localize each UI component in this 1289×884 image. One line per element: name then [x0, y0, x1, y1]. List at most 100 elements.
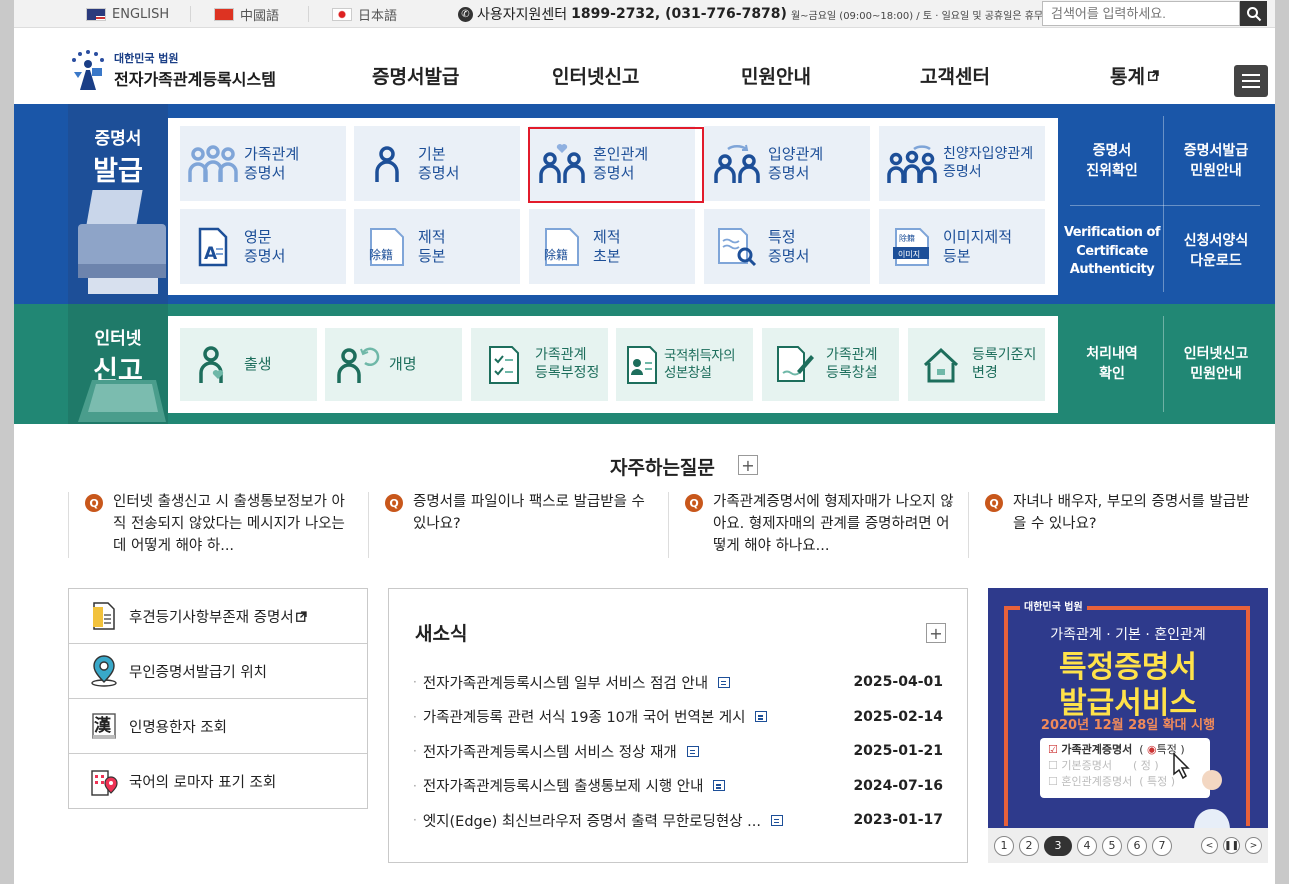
- hanja-book-icon: 漢: [92, 713, 116, 739]
- news-item[interactable]: · 가족관계등록 관련 서식 19종 10개 국어 번역본 게시 2025-02-1…: [413, 700, 943, 735]
- certificate-issue-section: 증명서 발급 가족관계증명서 기본증명서 혼인관계증명서 입양관계증명서: [14, 104, 1275, 304]
- romanization-search-link[interactable]: 국어의 로마자 표기 조회: [69, 754, 367, 809]
- selected-highlight-frame: [528, 127, 704, 203]
- register-correction-button[interactable]: 가족관계 등록부정정: [471, 328, 608, 401]
- birth-report-button[interactable]: 출생: [180, 328, 317, 401]
- full-adoption-certificate-button[interactable]: 친양자입양관계 증명서: [879, 126, 1045, 201]
- question-badge-icon: Q: [685, 494, 703, 512]
- news-panel: 새소식 + · 전자가족관계등록시스템 일부 서비스 점검 안내 2025-04-0…: [388, 588, 968, 863]
- lang-chinese-link[interactable]: 中國語: [214, 0, 279, 28]
- document-icon: [93, 602, 115, 630]
- court-logo-icon: [68, 48, 108, 92]
- adoption-certificate-button[interactable]: 입양관계 증명서: [704, 126, 870, 201]
- utility-bar: ENGLISH 中國語 日本語 ✆ 사용자지원센터 1899-2732, (03…: [14, 0, 1275, 28]
- news-more-button[interactable]: +: [926, 623, 946, 643]
- question-badge-icon: Q: [85, 494, 103, 512]
- certificate-verify-link[interactable]: 증명서 진위확인: [1062, 120, 1162, 204]
- search-input[interactable]: [1042, 1, 1240, 26]
- image-removed-register-button[interactable]: 除籍 이미지 이미지제적 등본: [879, 209, 1045, 284]
- faq-item[interactable]: Q 가족관계증명서에 형제자매가 나오지 않아요. 형제자매의 관계를 증명하려…: [668, 492, 958, 558]
- document-icon: [713, 780, 726, 792]
- external-link-icon: [295, 610, 307, 622]
- removed-register-abstract-icon: 除籍: [544, 227, 579, 266]
- banner-pager: 1 2 3 4 5 6 7 < ❚❚ >: [988, 828, 1268, 863]
- kiosk-location-link[interactable]: 무인증명서발급기 위치: [69, 644, 367, 699]
- removed-register-abstract-button[interactable]: 除籍 제적 초본: [529, 209, 695, 284]
- svg-text:除籍: 除籍: [899, 233, 915, 243]
- us-flag-icon: [86, 7, 106, 21]
- page: ENGLISH 中國語 日本語 ✆ 사용자지원센터 1899-2732, (03…: [14, 0, 1275, 884]
- person-heart-icon: [199, 345, 224, 383]
- form-download-link[interactable]: 신청서양식 다운로드: [1164, 208, 1268, 296]
- svg-text:이미지: 이미지: [898, 249, 920, 259]
- specific-certificate-button[interactable]: 특정 증명서: [704, 209, 870, 284]
- building-pin-icon: [91, 769, 118, 796]
- document-search-icon: [718, 227, 757, 266]
- nav-certificate-issue[interactable]: 증명서발급: [372, 62, 459, 89]
- banner-page-2[interactable]: 2: [1019, 835, 1039, 856]
- japan-flag-icon: [332, 7, 352, 21]
- news-item[interactable]: · 전자가족관계등록시스템 일부 서비스 점검 안내 2025-04-01: [413, 665, 943, 700]
- news-item[interactable]: · 엣지(Edge) 최신브라우저 증명서 출력 무한로딩현상 ... 2023-0…: [413, 803, 943, 838]
- question-badge-icon: Q: [985, 494, 1003, 512]
- document-icon: [686, 745, 699, 757]
- quick-links: 후견등기사항부존재 증명서 무인증명서발급기 위치 漢 인명용한자 조회 국어의…: [68, 588, 368, 809]
- removed-register-copy-button[interactable]: 除籍 제적 등본: [354, 209, 520, 284]
- faq-more-button[interactable]: +: [738, 455, 758, 475]
- nav-internet-report[interactable]: 인터넷신고: [552, 62, 639, 89]
- banner-subtitle: 가족관계 · 기본 · 혼인관계: [1050, 627, 1206, 643]
- guardianship-certificate-link[interactable]: 후견등기사항부존재 증명서: [69, 589, 367, 644]
- search-button[interactable]: [1240, 1, 1267, 26]
- svg-text:漢: 漢: [94, 715, 112, 736]
- pause-icon[interactable]: ❚❚: [1223, 837, 1240, 854]
- naturalized-surname-creation-button[interactable]: 국적취득자의 성본창설: [616, 328, 753, 401]
- checklist-icon: [489, 345, 519, 384]
- faq-item[interactable]: Q 자녀나 배우자, 부모의 증명서를 발급받을 수 있나요?: [968, 492, 1258, 558]
- news-item[interactable]: · 전자가족관계등록시스템 출생통보제 시행 안내 2024-07-16: [413, 769, 943, 804]
- faq-item[interactable]: Q 인터넷 출생신고 시 출생통보정보가 아직 전송되지 않았다는 메시지가 나…: [68, 492, 358, 558]
- site-logo[interactable]: 대한민국 법원 전자가족관계등록시스템: [68, 48, 276, 92]
- banner-org: 대한민국 법원: [1020, 598, 1087, 613]
- question-badge-icon: Q: [385, 494, 403, 512]
- news-item[interactable]: · 전자가족관계등록시스템 서비스 정상 재개 2025-01-21: [413, 734, 943, 769]
- banner-page-4[interactable]: 4: [1077, 835, 1097, 856]
- issue-section-title: 증명서 발급: [93, 129, 143, 187]
- prev-icon[interactable]: <: [1201, 837, 1218, 854]
- person-icon: [375, 145, 399, 182]
- support-center-info: ✆ 사용자지원센터 1899-2732, (031-776-7878) 월~금요…: [458, 0, 1043, 28]
- radio-selected-icon: ◉: [1147, 743, 1157, 756]
- verification-link[interactable]: Verification of Certificate Authenticity: [1062, 208, 1162, 296]
- report-history-link[interactable]: 처리내역 확인: [1062, 316, 1162, 414]
- family-relation-certificate-button[interactable]: 가족관계 증명서: [180, 126, 346, 201]
- lang-japanese-link[interactable]: 日本語: [332, 0, 397, 28]
- document-icon: [770, 814, 783, 826]
- news-title: 새소식: [415, 623, 468, 645]
- banner-page-6[interactable]: 6: [1127, 835, 1147, 856]
- all-menu-button[interactable]: [1234, 65, 1268, 97]
- english-certificate-button[interactable]: A 영문 증명서: [180, 209, 346, 284]
- report-civil-guide-link[interactable]: 인터넷신고 민원안내: [1164, 316, 1268, 414]
- nav-statistics[interactable]: 통계: [1110, 62, 1159, 89]
- english-document-icon: A: [198, 227, 228, 266]
- next-icon[interactable]: >: [1245, 837, 1262, 854]
- document-pen-icon: [777, 345, 814, 382]
- banner-page-1[interactable]: 1: [994, 835, 1014, 856]
- nav-customer-center[interactable]: 고객센터: [920, 62, 990, 89]
- promo-banner[interactable]: 대한민국 법원 가족관계 · 기본 · 혼인관계 특정증명서 발급서비스 202…: [988, 588, 1268, 828]
- svg-text:除籍: 除籍: [544, 247, 568, 262]
- issue-civil-guide-link[interactable]: 증명서발급 민원안내: [1164, 120, 1268, 204]
- banner-page-5[interactable]: 5: [1102, 835, 1122, 856]
- basic-certificate-button[interactable]: 기본 증명서: [354, 126, 520, 201]
- lang-english-link[interactable]: ENGLISH: [86, 0, 169, 28]
- nav-civil-guide[interactable]: 민원안내: [741, 62, 811, 89]
- person-refresh-icon: [337, 347, 380, 383]
- document-icon: [718, 676, 731, 688]
- banner-page-3[interactable]: 3: [1044, 835, 1072, 856]
- base-address-change-button[interactable]: 등록기준지 변경: [908, 328, 1045, 401]
- register-creation-button[interactable]: 가족관계 등록창설: [762, 328, 899, 401]
- faq-item[interactable]: Q 증명서를 파일이나 팩스로 발급받을 수 있나요?: [368, 492, 658, 558]
- name-change-report-button[interactable]: 개명: [325, 328, 462, 401]
- name-hanja-search-link[interactable]: 漢 인명용한자 조회: [69, 699, 367, 754]
- laptop-icon: [78, 380, 166, 422]
- banner-page-7[interactable]: 7: [1152, 835, 1172, 856]
